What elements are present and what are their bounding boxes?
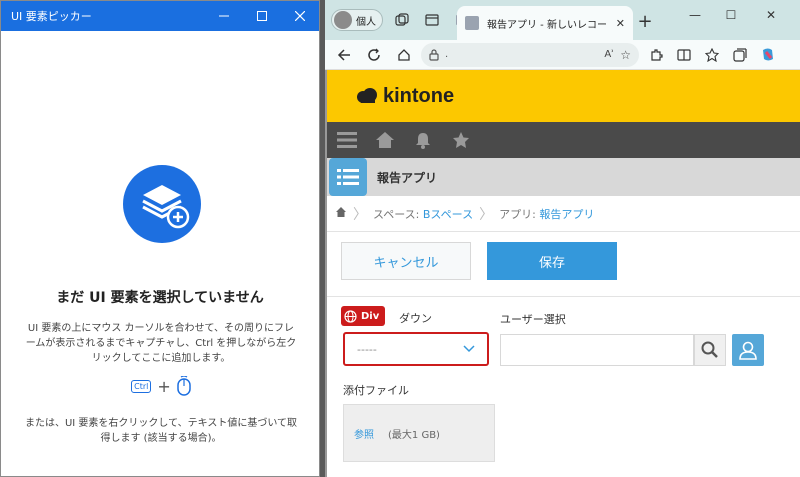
lock-icon (429, 48, 439, 61)
breadcrumb: 〉 スペース: Bスペース 〉 アプリ: 報告アプリ (327, 196, 800, 232)
picker-heading: まだ UI 要素を選択していません (56, 290, 264, 306)
minimize-button[interactable] (205, 1, 243, 31)
url-input[interactable]: . Aʾ ☆ (421, 42, 639, 67)
profile-label: 個人 (356, 16, 376, 28)
tab-active[interactable]: 報告アプリ - 新しいレコード ✕ (457, 6, 633, 40)
home-icon[interactable] (391, 42, 417, 68)
browse-link[interactable]: 参照 (354, 426, 374, 441)
plus-sign: + (157, 376, 171, 396)
browser-close-button[interactable]: ✕ (753, 0, 789, 30)
app-bar: 報告アプリ (327, 158, 800, 196)
toolbar-icons (643, 42, 781, 68)
shortcut-hint: Ctrl + (121, 375, 201, 397)
tab-favicon-icon (465, 16, 479, 30)
tab-bar: 個人 報告アプリ - 新しいレコード ✕ + — ☐ ✕ (325, 0, 800, 40)
kintone-cloud-icon (357, 88, 377, 103)
browser-maximize-button[interactable]: ☐ (713, 0, 749, 30)
maximize-button[interactable] (243, 1, 281, 31)
user-select-field-label: ユーザー選択 (500, 313, 566, 326)
globe-icon (344, 309, 357, 323)
user-search-button[interactable] (694, 334, 726, 366)
menu-icon[interactable] (335, 128, 359, 152)
breadcrumb-home-icon[interactable] (335, 206, 347, 221)
app-title: 報告アプリ (377, 170, 438, 185)
picker-body: まだ UI 要素を選択していません UI 要素の上にマウス カーソルを合わせて、… (1, 31, 319, 477)
refresh-icon[interactable] (361, 42, 387, 68)
kintone-page: kintone 報告アプリ 〉 スペース: Bスペース 〉 アプリ: 報告アプリ… (325, 70, 800, 477)
attachment-field-label: 添付ファイル (343, 384, 409, 397)
ui-element-picker-window: UI 要素ピッカー まだ UI 要素を選択していません UI 要素の上にマウス … (0, 0, 320, 477)
maximize-icon (257, 11, 267, 21)
attachment-dropzone[interactable]: 参照 (最大1 GB) (343, 404, 495, 462)
element-highlight-badge: Div (341, 306, 386, 326)
kintone-logo[interactable]: kintone (355, 85, 454, 108)
read-aloud-icon[interactable]: Aʾ (604, 49, 614, 60)
breadcrumb-space-link[interactable]: Bスペース (423, 208, 473, 221)
layers-add-icon (123, 165, 201, 243)
kintone-logo-text: kintone (383, 84, 455, 107)
workspaces-icon[interactable] (391, 9, 413, 31)
divider (327, 296, 800, 297)
kintone-nav (327, 122, 800, 158)
user-select-input[interactable] (500, 334, 694, 366)
url-text: . (445, 49, 449, 60)
dropdown-field-label: ダウン (399, 312, 432, 325)
kintone-header: kintone (327, 70, 800, 122)
profile-button[interactable]: 個人 (331, 9, 383, 31)
browser-window: 個人 報告アプリ - 新しいレコード ✕ + — ☐ ✕ . Aʾ ☆ kint… (325, 0, 800, 477)
picker-title: UI 要素ピッカー (11, 10, 92, 23)
tab-close-icon[interactable]: ✕ (616, 17, 625, 30)
dropdown-select[interactable]: ----- (343, 332, 489, 366)
new-tab-button[interactable]: + (633, 9, 657, 33)
extensions-icon[interactable] (643, 42, 669, 68)
chevron-down-icon (463, 345, 475, 353)
save-button[interactable]: 保存 (487, 242, 617, 280)
avatar (334, 11, 352, 29)
breadcrumb-app-link[interactable]: 報告アプリ (539, 208, 594, 221)
record-actions: キャンセル 保存 (341, 242, 617, 280)
favorites-star-icon[interactable] (449, 128, 473, 152)
close-button[interactable] (281, 1, 319, 31)
favorite-star-icon[interactable]: ☆ (620, 48, 631, 62)
close-icon (295, 11, 305, 21)
mouse-icon (177, 376, 191, 396)
element-type-label: Div (361, 310, 380, 322)
app-list-icon[interactable] (329, 158, 367, 196)
user-icon (739, 341, 757, 360)
user-picker-button[interactable] (732, 334, 764, 366)
portal-home-icon[interactable] (373, 128, 397, 152)
breadcrumb-app: アプリ: 報告アプリ (499, 207, 595, 221)
breadcrumb-space: スペース: Bスペース (373, 207, 474, 221)
search-icon (701, 341, 718, 358)
browser-minimize-button[interactable]: — (677, 0, 713, 30)
dropdown-value: ----- (357, 342, 377, 356)
max-size-text: (最大1 GB) (388, 429, 440, 441)
favorites-icon[interactable] (699, 42, 725, 68)
split-screen-icon[interactable] (671, 42, 697, 68)
collections-icon[interactable] (727, 42, 753, 68)
picker-description: UI 要素の上にマウス カーソルを合わせて、その周りにフレームが表示されるまでキ… (25, 323, 297, 364)
notification-bell-icon[interactable] (411, 128, 435, 152)
tab-actions-icon[interactable] (421, 9, 443, 31)
back-icon[interactable] (331, 42, 357, 68)
ctrl-key-icon: Ctrl (131, 379, 152, 393)
picker-note: または、UI 要素を右クリックして、テキスト値に基づいて取得します (該当する場… (24, 418, 298, 444)
picker-titlebar: UI 要素ピッカー (1, 1, 319, 31)
tab-title: 報告アプリ - 新しいレコード (487, 19, 608, 31)
minimize-icon (219, 15, 229, 17)
copilot-icon[interactable] (755, 42, 781, 68)
address-bar: . Aʾ ☆ (325, 40, 800, 70)
cancel-button[interactable]: キャンセル (341, 242, 471, 280)
